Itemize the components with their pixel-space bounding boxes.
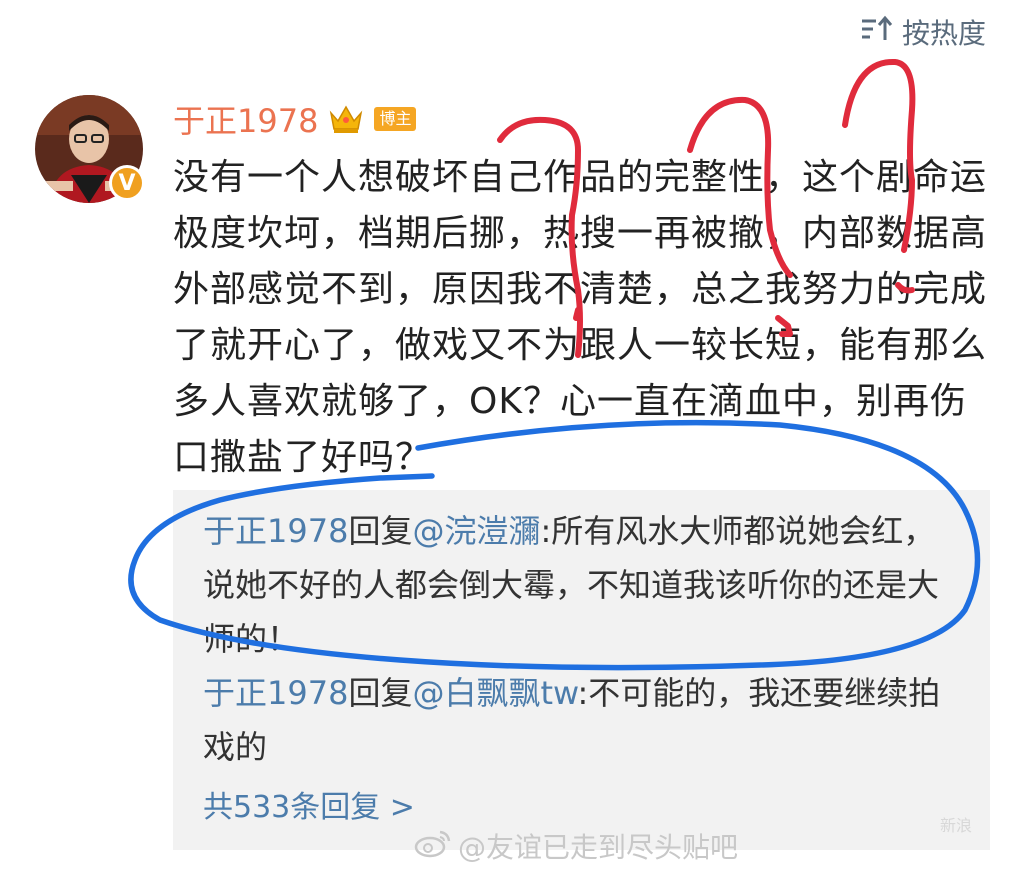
poster-badge: 博主	[374, 107, 417, 131]
sort-icon	[860, 15, 894, 50]
replies-box: 于正1978回复@浣溰瀰:所有风水大师都说她会红，说她不好的人都会倒大霉，不知道…	[173, 490, 990, 850]
watermark-text: @友谊已走到尽头贴吧	[458, 831, 739, 864]
verified-v-icon: V	[109, 165, 145, 201]
sort-by-hot-button[interactable]: 按热度	[860, 12, 986, 52]
comment-header: 于正1978 博主	[173, 96, 417, 142]
reply-item[interactable]: 于正1978回复@白飘飘tw:不可能的，我还要继续拍戏的	[203, 666, 963, 774]
sort-label: 按热度	[901, 17, 986, 50]
weibo-comment-page: 按热度 V 于正1978 博主 没有一个人想破坏自己作品的完整性，这个剧命运极度…	[0, 0, 1024, 869]
reply-verb: 回复	[348, 674, 413, 712]
reply-item[interactable]: 于正1978回复@浣溰瀰:所有风水大师都说她会红，说她不好的人都会倒大霉，不知道…	[203, 504, 963, 666]
watermark: @友谊已走到尽头贴吧	[414, 826, 738, 866]
reply-author[interactable]: 于正1978	[203, 674, 348, 712]
more-replies-link[interactable]: 共533条回复 >	[203, 782, 415, 826]
comment-text: 没有一个人想破坏自己作品的完整性，这个剧命运极度坎坷，档期后挪，热搜一再被撤，内…	[173, 157, 988, 478]
weibo-logo-icon	[414, 828, 452, 865]
username[interactable]: 于正1978	[173, 96, 318, 142]
crown-icon	[328, 103, 364, 135]
corner-mark: 新浪	[939, 816, 972, 835]
reply-verb: 回复	[348, 512, 413, 550]
avatar[interactable]: V	[35, 95, 145, 203]
reply-mention[interactable]: @白飘飘tw	[412, 674, 577, 712]
reply-author[interactable]: 于正1978	[203, 512, 348, 550]
reply-mention[interactable]: @浣溰瀰	[412, 512, 540, 550]
